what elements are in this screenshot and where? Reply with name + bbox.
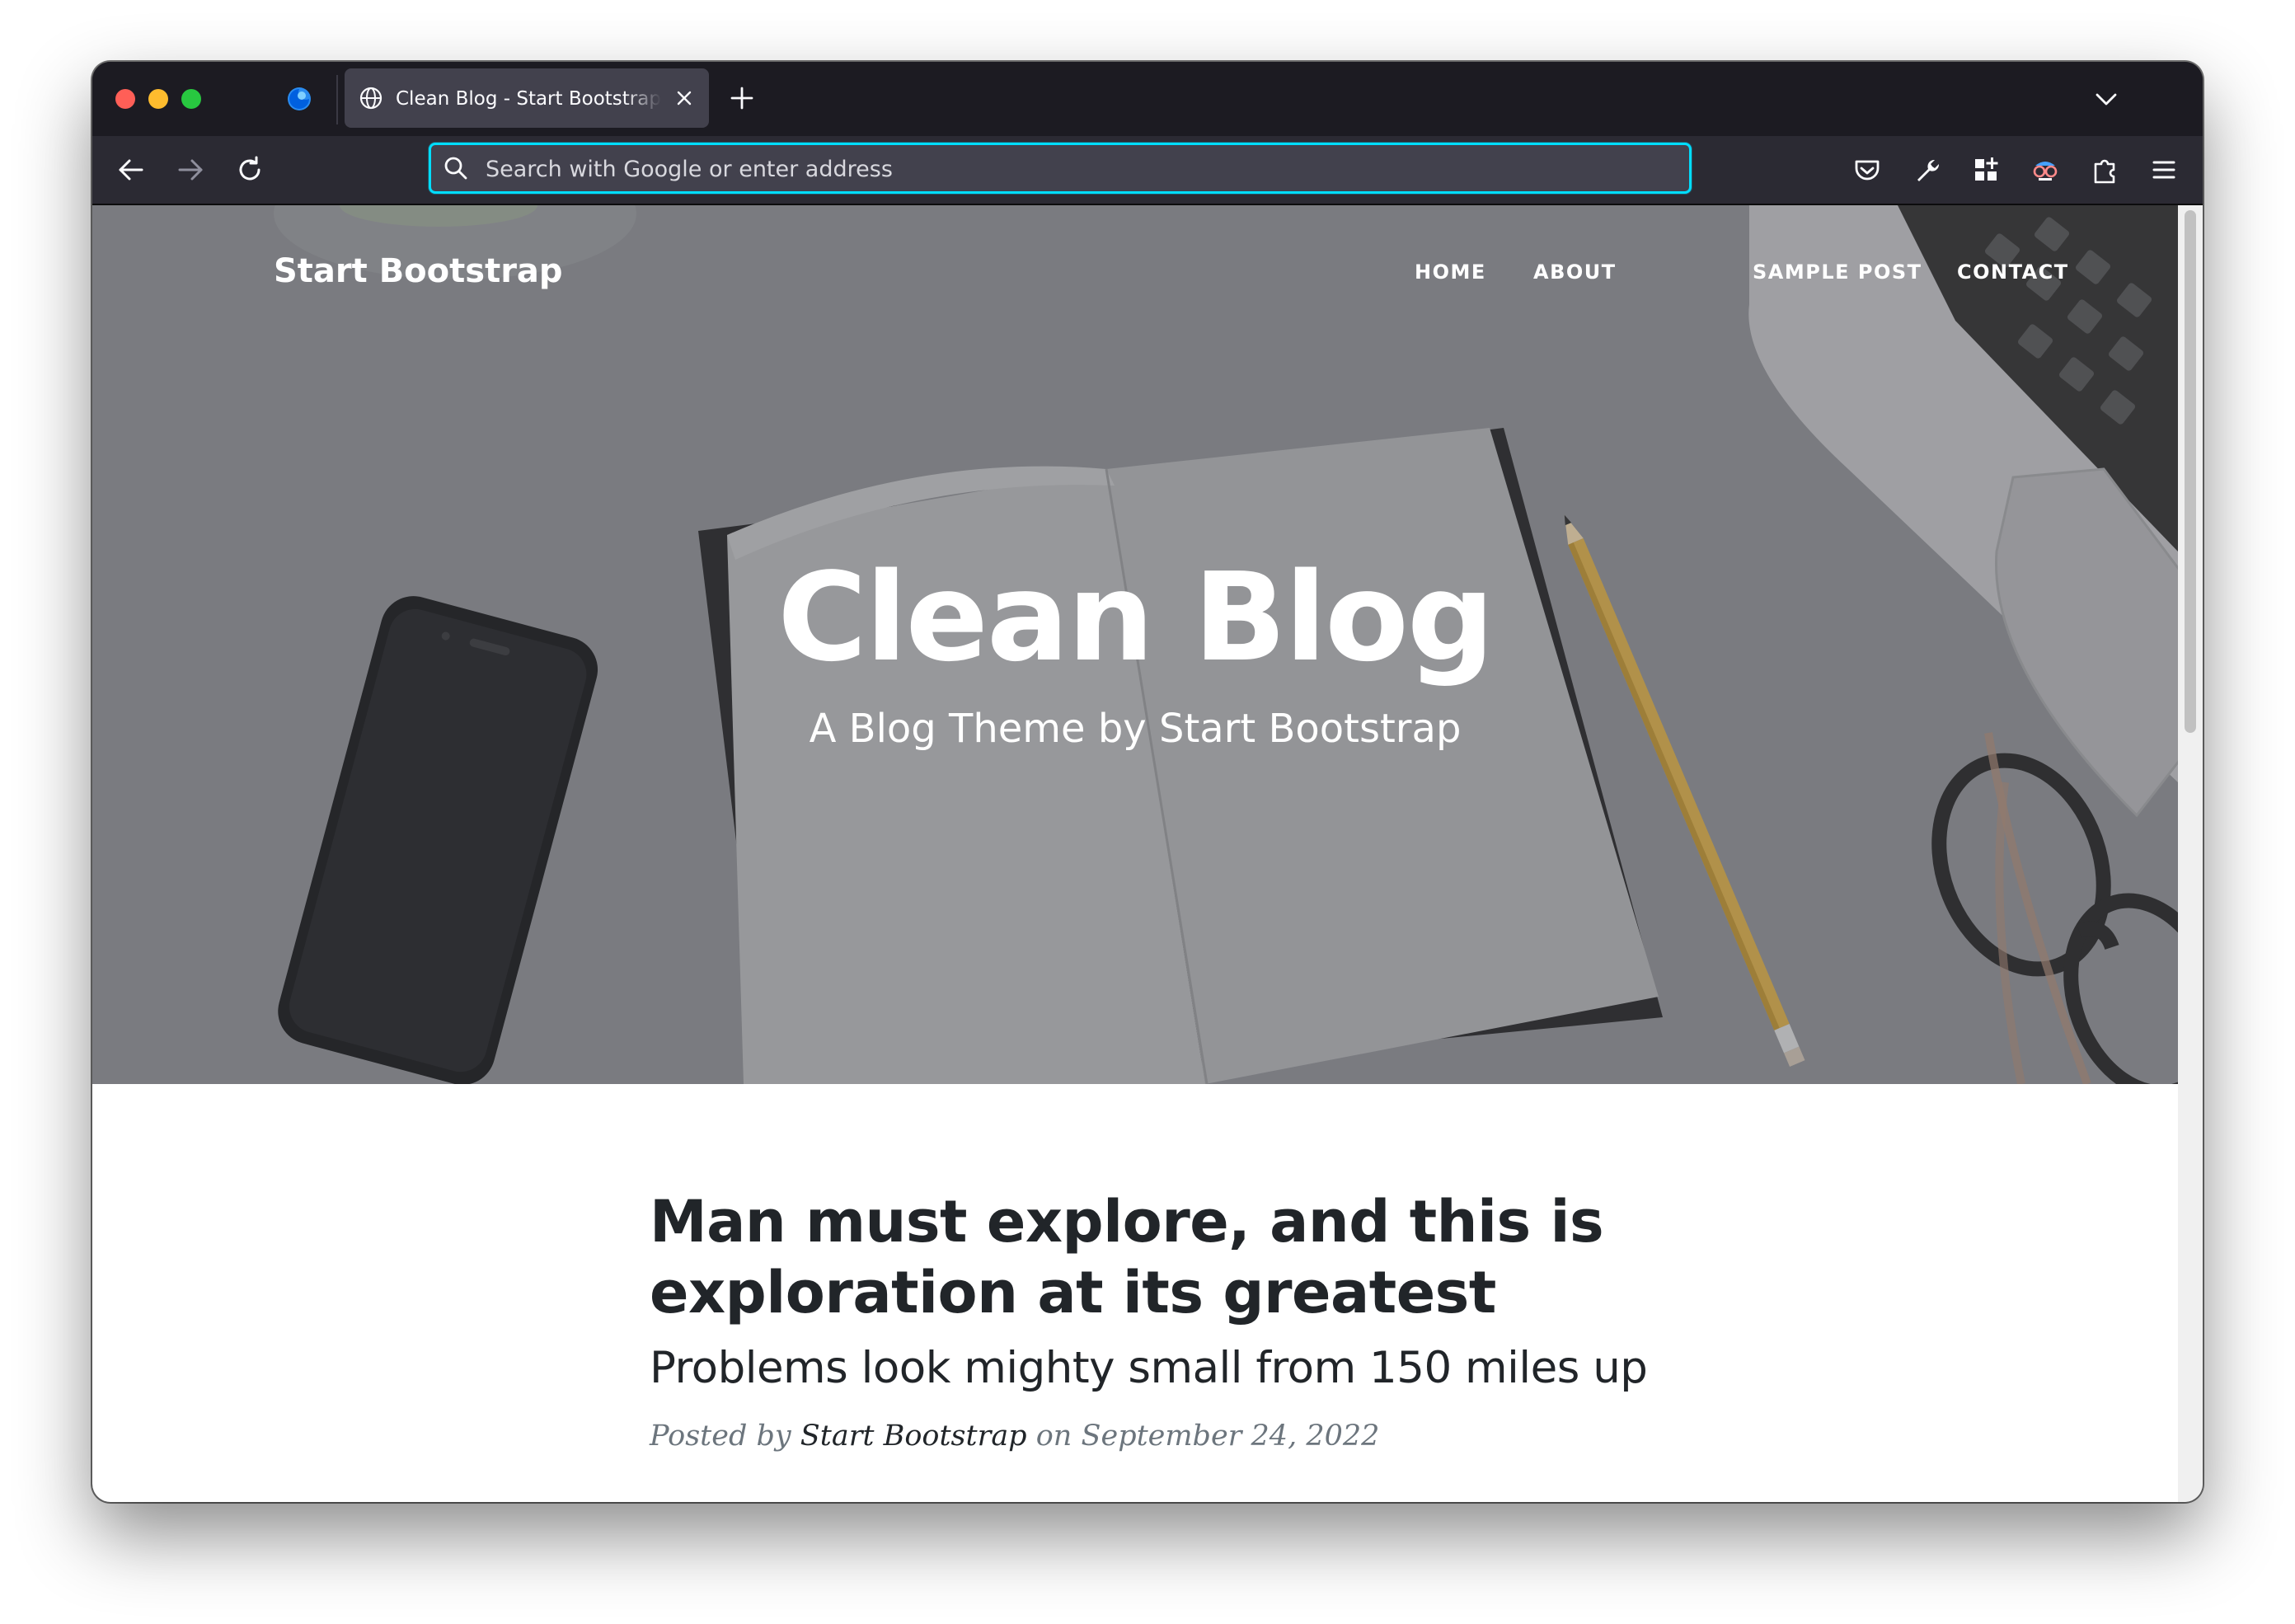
reload-icon[interactable]: [232, 153, 267, 187]
nav-link-about[interactable]: ABOUT: [1533, 258, 1617, 286]
hamburger-menu-icon[interactable]: [2147, 153, 2181, 187]
minimize-window-button[interactable]: [148, 89, 168, 109]
firefox-view-icon[interactable]: [285, 85, 313, 113]
navbar-brand[interactable]: Start Bootstrap: [274, 246, 563, 296]
tab-title: Clean Blog - Start Bootstrap Theme: [396, 88, 661, 110]
puzzle-icon[interactable]: [2087, 153, 2122, 187]
close-window-button[interactable]: [115, 89, 135, 109]
tab-clean-blog[interactable]: Clean Blog - Start Bootstrap Theme: [345, 68, 709, 128]
hero-subtitle: A Blog Theme by Start Bootstrap: [809, 706, 1462, 752]
forward-arrow-icon[interactable]: [173, 153, 208, 187]
chevron-down-icon[interactable]: [2092, 85, 2120, 113]
plus-icon[interactable]: [727, 83, 757, 113]
nav-link-contact[interactable]: CONTACT: [1957, 258, 2069, 286]
hero-title: Clean Blog: [777, 547, 1495, 688]
post-author-link[interactable]: Start Bootstrap: [800, 1420, 1027, 1453]
address-bar[interactable]: [429, 143, 1692, 194]
wrench-icon[interactable]: [1909, 153, 1944, 187]
scrollbar-thumb[interactable]: [2185, 210, 2196, 733]
nav-toolbar: [92, 136, 2203, 205]
tab-separator: [336, 75, 338, 124]
url-input[interactable]: [484, 150, 1674, 188]
post-meta-prefix: Posted by: [650, 1420, 791, 1453]
nav-link-sample-post[interactable]: SAMPLE POST: [1753, 258, 1922, 286]
close-icon[interactable]: [673, 87, 696, 110]
post-title[interactable]: Man must explore, and this is exploratio…: [650, 1186, 1738, 1328]
post-date: September 24, 2022: [1081, 1420, 1380, 1453]
maximize-window-button[interactable]: [181, 89, 201, 109]
post-meta: Posted by Start Bootstrap on September 2…: [650, 1415, 1738, 1457]
post-meta-on: on: [1035, 1420, 1072, 1453]
pocket-icon[interactable]: [1850, 153, 1884, 187]
nav-link-home[interactable]: HOME: [1415, 258, 1486, 286]
globe-icon: [359, 87, 382, 110]
extensions-grid-icon[interactable]: [1969, 153, 2003, 187]
spy-glasses-icon[interactable]: [2028, 153, 2063, 187]
post-subtitle[interactable]: Problems look mighty small from 150 mile…: [650, 1340, 1738, 1397]
search-icon: [444, 157, 467, 180]
post-preview[interactable]: Man must explore, and this is exploratio…: [650, 1186, 1738, 1457]
back-arrow-icon[interactable]: [114, 153, 148, 187]
browser-window: Clean Blog - Start Bootstrap Theme: [92, 62, 2203, 1502]
masthead: Start Bootstrap HOME ABOUT SAMPLE POST C…: [92, 205, 2178, 1084]
web-page: Start Bootstrap HOME ABOUT SAMPLE POST C…: [92, 205, 2203, 1502]
tab-strip: Clean Blog - Start Bootstrap Theme: [92, 62, 2203, 136]
